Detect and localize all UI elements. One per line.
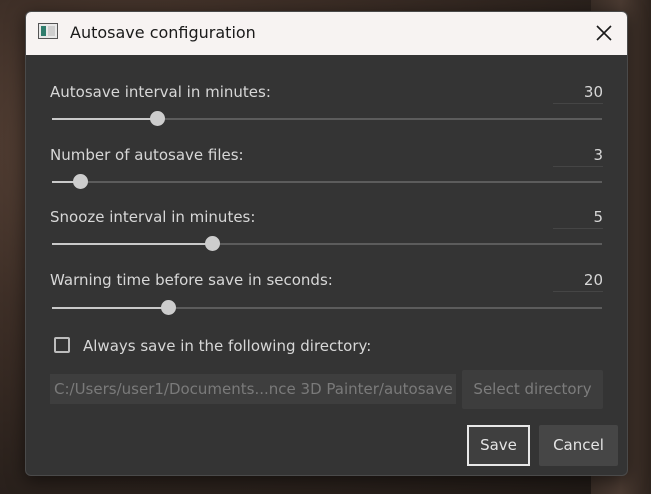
warning-time-slider[interactable] [52,300,602,316]
autosave-files-value[interactable]: 3 [553,146,603,167]
autosave-interval-slider[interactable] [52,111,602,127]
title-bar: Autosave configuration [26,12,627,55]
snooze-interval-value[interactable]: 5 [553,208,603,229]
slider-fill [52,118,157,120]
always-save-checkbox[interactable] [54,337,70,353]
always-save-label: Always save in the following directory: [83,337,372,355]
cancel-button[interactable]: Cancel [539,425,618,466]
slider-thumb[interactable] [72,174,88,189]
save-button[interactable]: Save [467,425,530,466]
autosave-files-slider[interactable] [52,174,602,190]
warning-time-label: Warning time before save in seconds: [50,271,333,289]
slider-thumb[interactable] [204,236,220,251]
close-icon [596,25,612,41]
autosave-files-label: Number of autosave files: [50,146,244,164]
dialog-title: Autosave configuration [70,23,256,42]
warning-time-value[interactable]: 20 [553,271,603,292]
slider-track [52,181,602,183]
autosave-dialog: Autosave configuration Autosave interval… [25,11,628,476]
autosave-interval-value[interactable]: 30 [553,83,603,104]
slider-fill [52,307,168,309]
slider-fill [52,243,212,245]
autosave-interval-label: Autosave interval in minutes: [50,83,271,101]
snooze-interval-label: Snooze interval in minutes: [50,208,256,226]
select-directory-button[interactable]: Select directory [462,370,603,409]
close-button[interactable] [581,12,627,55]
slider-thumb[interactable] [149,111,165,126]
snooze-interval-slider[interactable] [52,236,602,252]
app-window-icon [38,23,58,39]
slider-thumb[interactable] [160,300,176,315]
directory-path-input[interactable] [50,374,456,404]
